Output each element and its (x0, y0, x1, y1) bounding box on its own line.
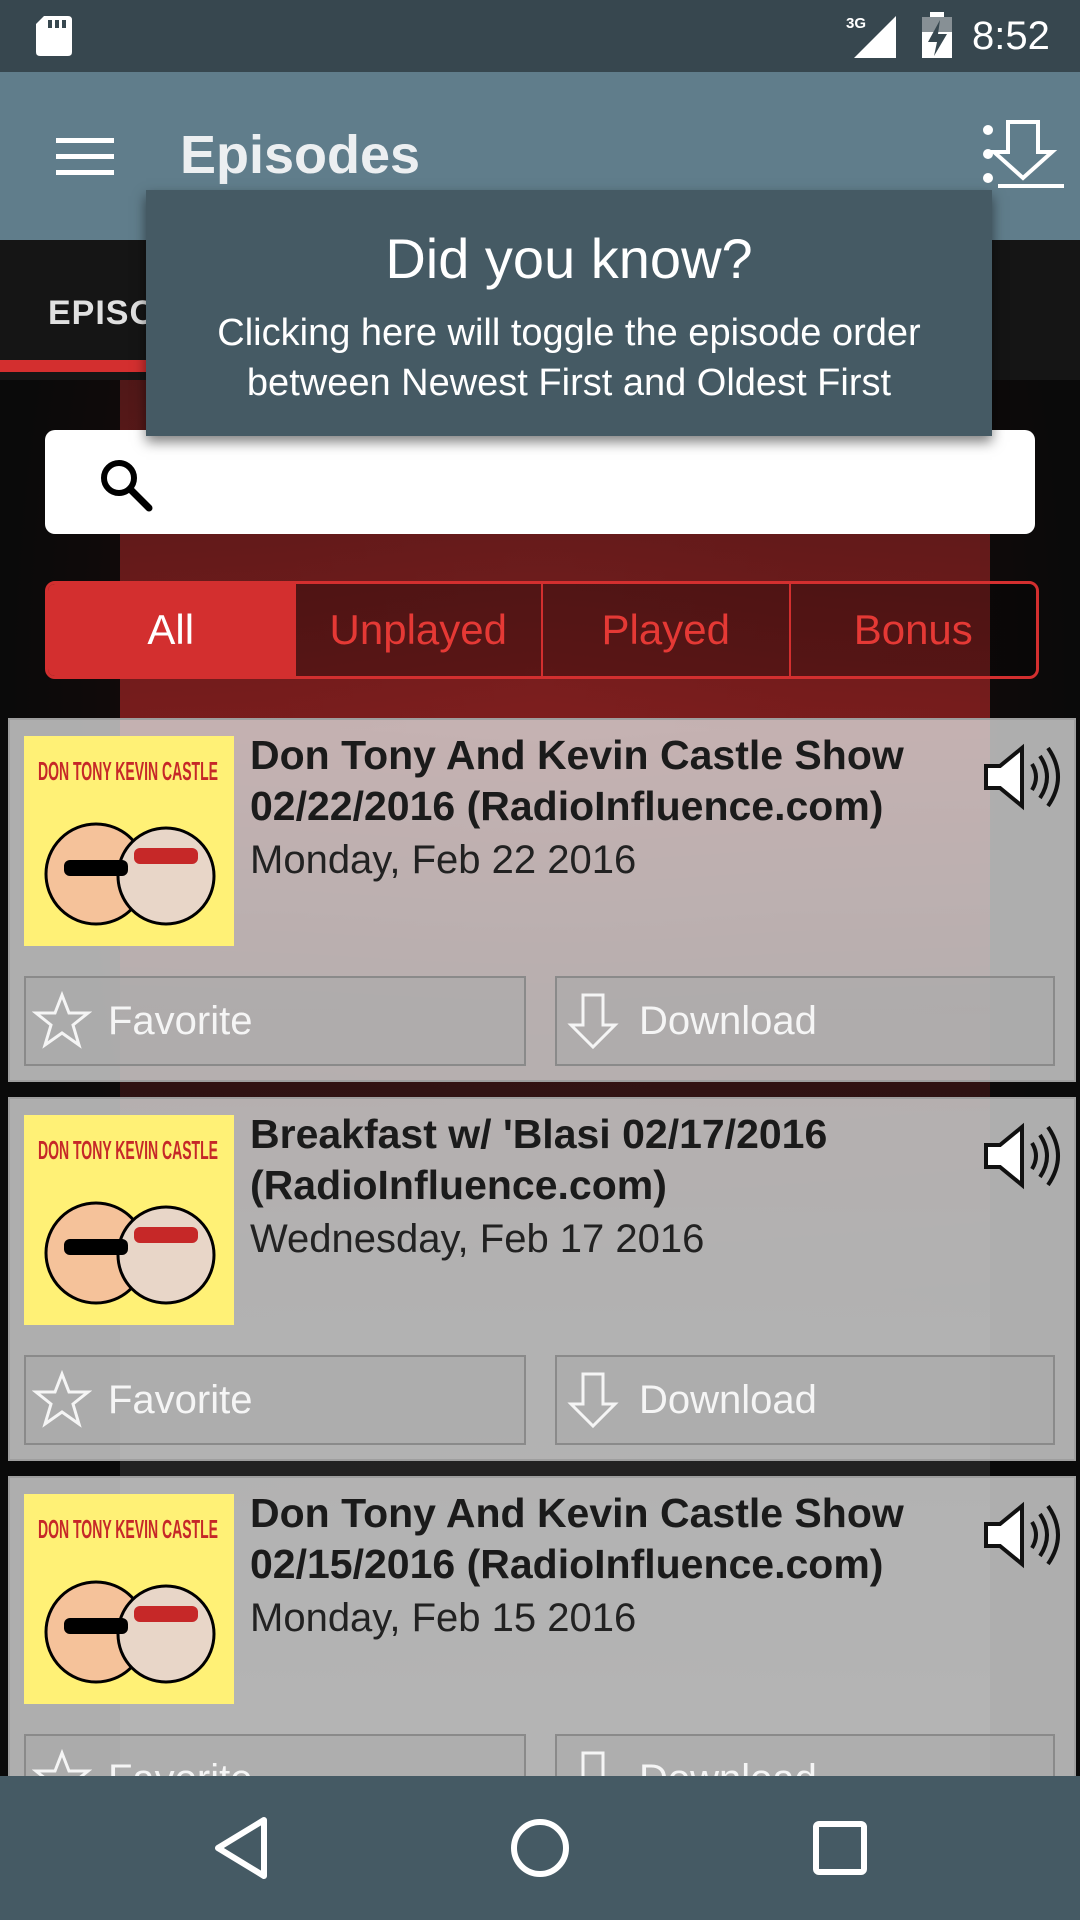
favorite-label: Favorite (108, 998, 253, 1043)
download-label: Download (639, 1377, 817, 1422)
tab-episodes[interactable]: EPISO (48, 294, 157, 333)
episode-date: Monday, Feb 15 2016 (250, 1596, 637, 1640)
thumbnail-logo-text: DON TONY KEVIN CASTLE (38, 1135, 218, 1165)
download-icon (567, 993, 619, 1050)
play-audio-icon[interactable] (982, 1500, 1062, 1570)
home-icon[interactable] (504, 1812, 576, 1884)
clock: 8:52 (972, 14, 1050, 58)
favorite-label: Favorite (108, 1377, 253, 1422)
episode-card[interactable]: DON TONY KEVIN CASTLE Don Tony And Kevin… (8, 718, 1076, 1082)
filter-played-button[interactable]: Played (541, 584, 789, 676)
hamburger-menu-icon[interactable] (48, 130, 122, 182)
episode-date: Wednesday, Feb 17 2016 (250, 1217, 705, 1261)
download-button[interactable]: Download (555, 976, 1055, 1066)
episode-date: Monday, Feb 22 2016 (250, 838, 637, 882)
podcast-thumbnail: DON TONY KEVIN CASTLE (24, 736, 234, 946)
play-audio-icon[interactable] (982, 742, 1062, 812)
sd-card-icon (36, 16, 72, 56)
thumbnail-logo-text: DON TONY KEVIN CASTLE (38, 1514, 218, 1544)
search-input[interactable] (45, 430, 1035, 534)
tooltip-body: Clicking here will toggle the episode or… (217, 312, 921, 404)
favorite-button[interactable]: Favorite (24, 1355, 526, 1445)
battery-icon (922, 12, 952, 58)
episode-card[interactable]: DON TONY KEVIN CASTLE Breakfast w/ 'Blas… (8, 1097, 1076, 1461)
tab-indicator (0, 360, 150, 372)
episode-filter: All Unplayed Played Bonus (45, 581, 1039, 679)
download-queue-icon[interactable] (980, 118, 1064, 190)
search-icon (101, 460, 153, 512)
episode-title: Don Tony And Kevin Castle Show 02/22/201… (250, 732, 904, 829)
filter-unplayed-button[interactable]: Unplayed (293, 584, 541, 676)
episode-card[interactable]: DON TONY KEVIN CASTLE Don Tony And Kevin… (8, 1476, 1076, 1776)
tooltip-title: Did you know? (385, 227, 753, 290)
download-button[interactable]: Download (555, 1355, 1055, 1445)
back-icon[interactable] (206, 1812, 278, 1884)
play-audio-icon[interactable] (982, 1121, 1062, 1191)
network-type-label: 3G (846, 15, 866, 32)
download-label: Download (639, 1757, 817, 1777)
tip-tooltip[interactable]: Did you know? Clicking here will toggle … (146, 190, 992, 436)
cell-signal-icon: 3G (846, 15, 896, 58)
recents-icon[interactable] (804, 1812, 876, 1884)
download-label: Download (639, 998, 817, 1043)
star-icon (32, 1749, 92, 1776)
thumbnail-logo-text: DON TONY KEVIN CASTLE (38, 756, 218, 786)
episode-list-area[interactable]: EPISO All Unplayed Played Bonus DON TONY… (0, 240, 1080, 1776)
download-icon (581, 1751, 605, 1776)
podcast-thumbnail: DON TONY KEVIN CASTLE (24, 1115, 234, 1325)
star-icon (32, 1370, 92, 1428)
star-icon (32, 991, 92, 1049)
favorite-button[interactable]: Favorite (24, 1734, 526, 1776)
podcast-thumbnail: DON TONY KEVIN CASTLE (24, 1494, 234, 1704)
download-button[interactable]: Download (555, 1734, 1055, 1776)
system-nav-bar (0, 1776, 1080, 1920)
episode-title: Don Tony And Kevin Castle Show 02/15/201… (250, 1490, 904, 1587)
status-bar: 3G 8:52 (0, 0, 1080, 72)
download-icon (567, 1372, 619, 1429)
filter-all-button[interactable]: All (48, 584, 294, 676)
favorite-label: Favorite (108, 1757, 253, 1777)
episode-title: Breakfast w/ 'Blasi 02/17/2016 (RadioInf… (250, 1111, 828, 1208)
page-title: Episodes (180, 125, 421, 185)
filter-bonus-button[interactable]: Bonus (788, 584, 1036, 676)
favorite-button[interactable]: Favorite (24, 976, 526, 1066)
